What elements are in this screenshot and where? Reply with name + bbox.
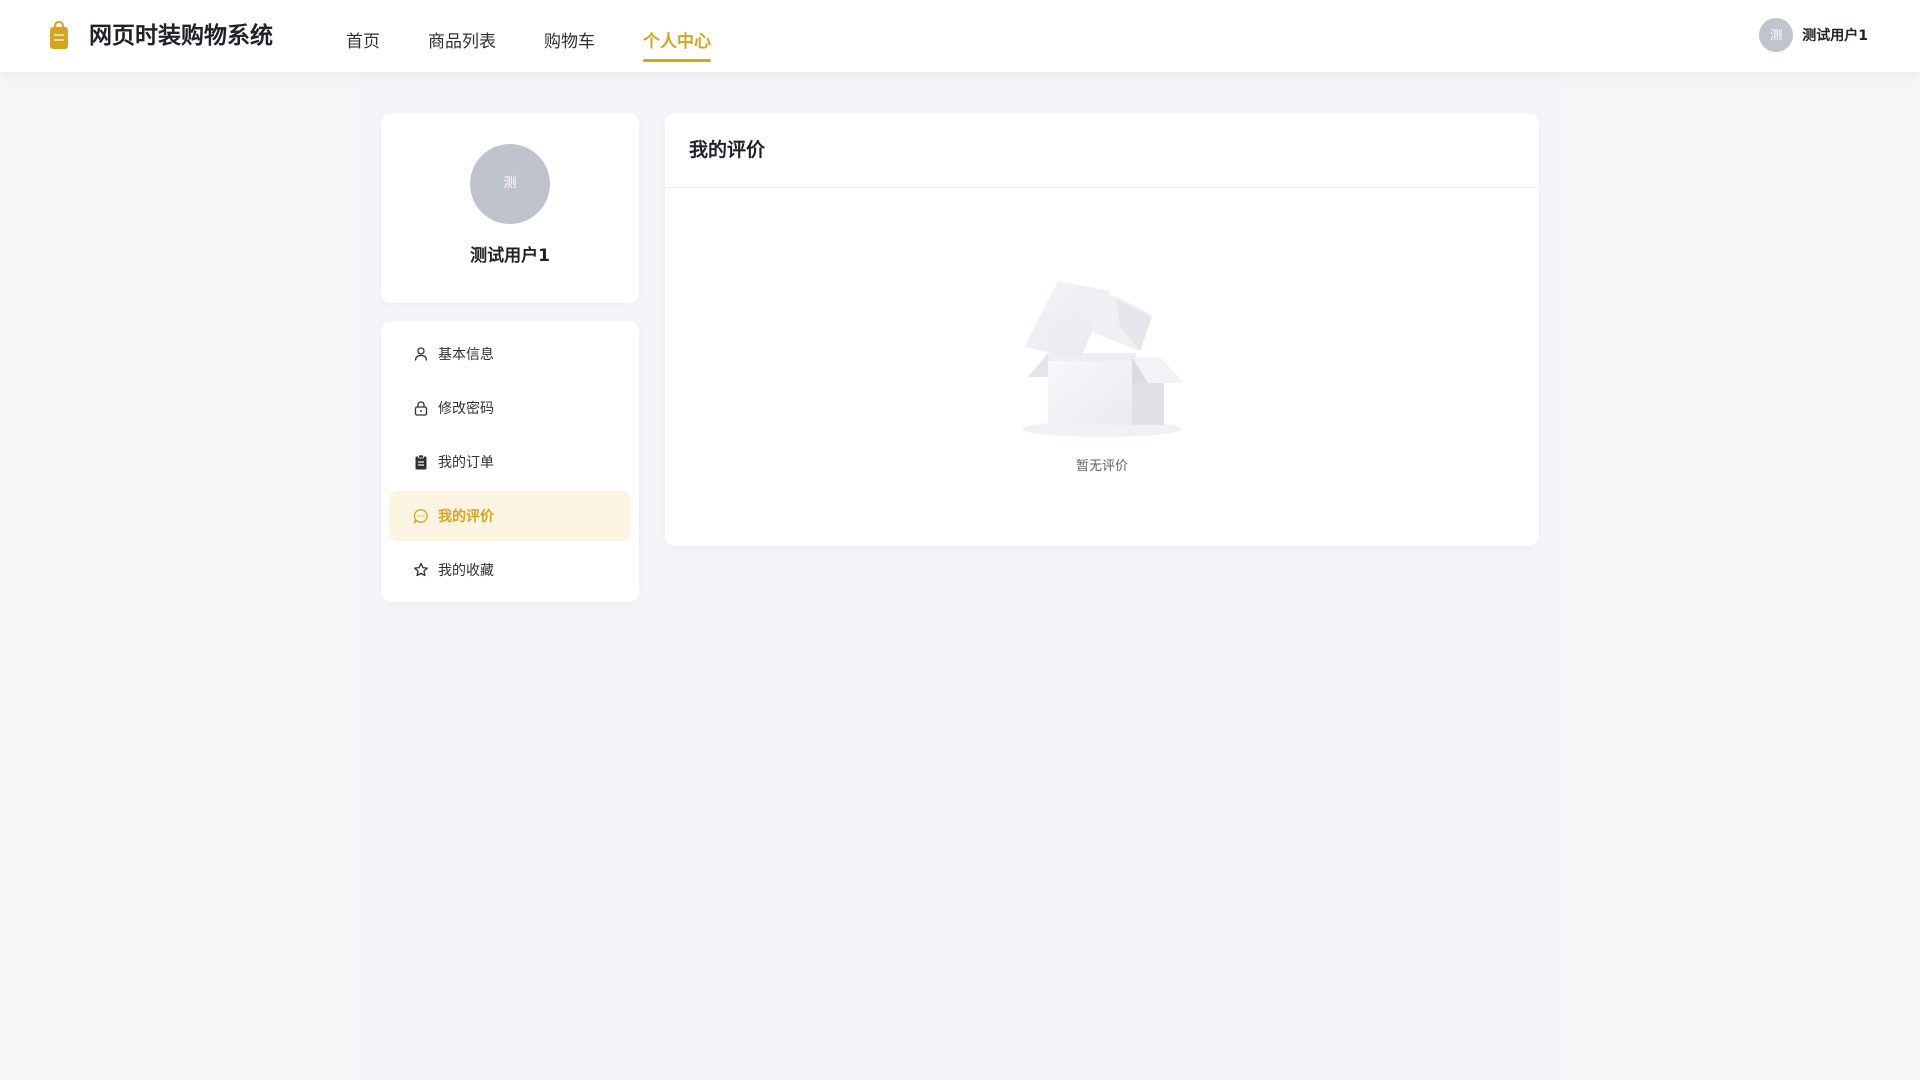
nav-product-list[interactable]: 商品列表	[428, 0, 496, 72]
profile-avatar: 测	[470, 144, 550, 224]
main-nav: 首页 商品列表 购物车 个人中心	[346, 0, 759, 72]
star-icon	[414, 562, 428, 577]
chat-bubble-icon	[413, 509, 428, 524]
profile-name: 测试用户1	[470, 246, 550, 266]
menu-item-my-favorites[interactable]: 我的收藏	[389, 545, 631, 595]
user-icon	[414, 347, 428, 361]
lock-icon	[414, 401, 428, 416]
nav-personal-center[interactable]: 个人中心	[643, 0, 711, 72]
header-user-name[interactable]: 测试用户1	[1802, 25, 1868, 45]
menu-item-my-reviews[interactable]: 我的评价	[389, 491, 631, 541]
menu-item-label: 我的收藏	[438, 563, 494, 579]
menu-item-my-orders[interactable]: 我的订单	[389, 437, 631, 487]
clipboard-icon	[415, 454, 427, 470]
nav-cart[interactable]: 购物车	[544, 0, 595, 72]
shopping-bag-icon[interactable]	[48, 21, 70, 51]
nav-home[interactable]: 首页	[346, 0, 380, 72]
menu-item-basic-info[interactable]: 基本信息	[389, 329, 631, 379]
menu-item-label: 我的评价	[438, 509, 494, 525]
menu-item-label: 基本信息	[438, 347, 494, 363]
reviews-title: 我的评价	[665, 113, 1539, 188]
menu-item-change-password[interactable]: 修改密码	[389, 383, 631, 433]
empty-box-icon	[1022, 281, 1184, 437]
reviews-panel: 我的评价 暂无评价	[665, 113, 1539, 546]
header-avatar[interactable]: 测	[1759, 18, 1794, 52]
top-header: 网页时装购物系统 首页 商品列表 购物车 个人中心 测 测试用户1	[0, 0, 1920, 72]
empty-state-text: 暂无评价	[1075, 459, 1128, 474]
personal-menu: 基本信息 修改密码 我的订单 我的评价 我的收藏	[381, 321, 639, 602]
site-brand[interactable]: 网页时装购物系统	[89, 21, 273, 51]
header-user-menu[interactable]: 测 测试用户1	[1759, 18, 1868, 52]
menu-item-label: 我的订单	[438, 455, 494, 471]
menu-item-label: 修改密码	[438, 401, 494, 417]
profile-card: 测 测试用户1	[381, 113, 639, 303]
